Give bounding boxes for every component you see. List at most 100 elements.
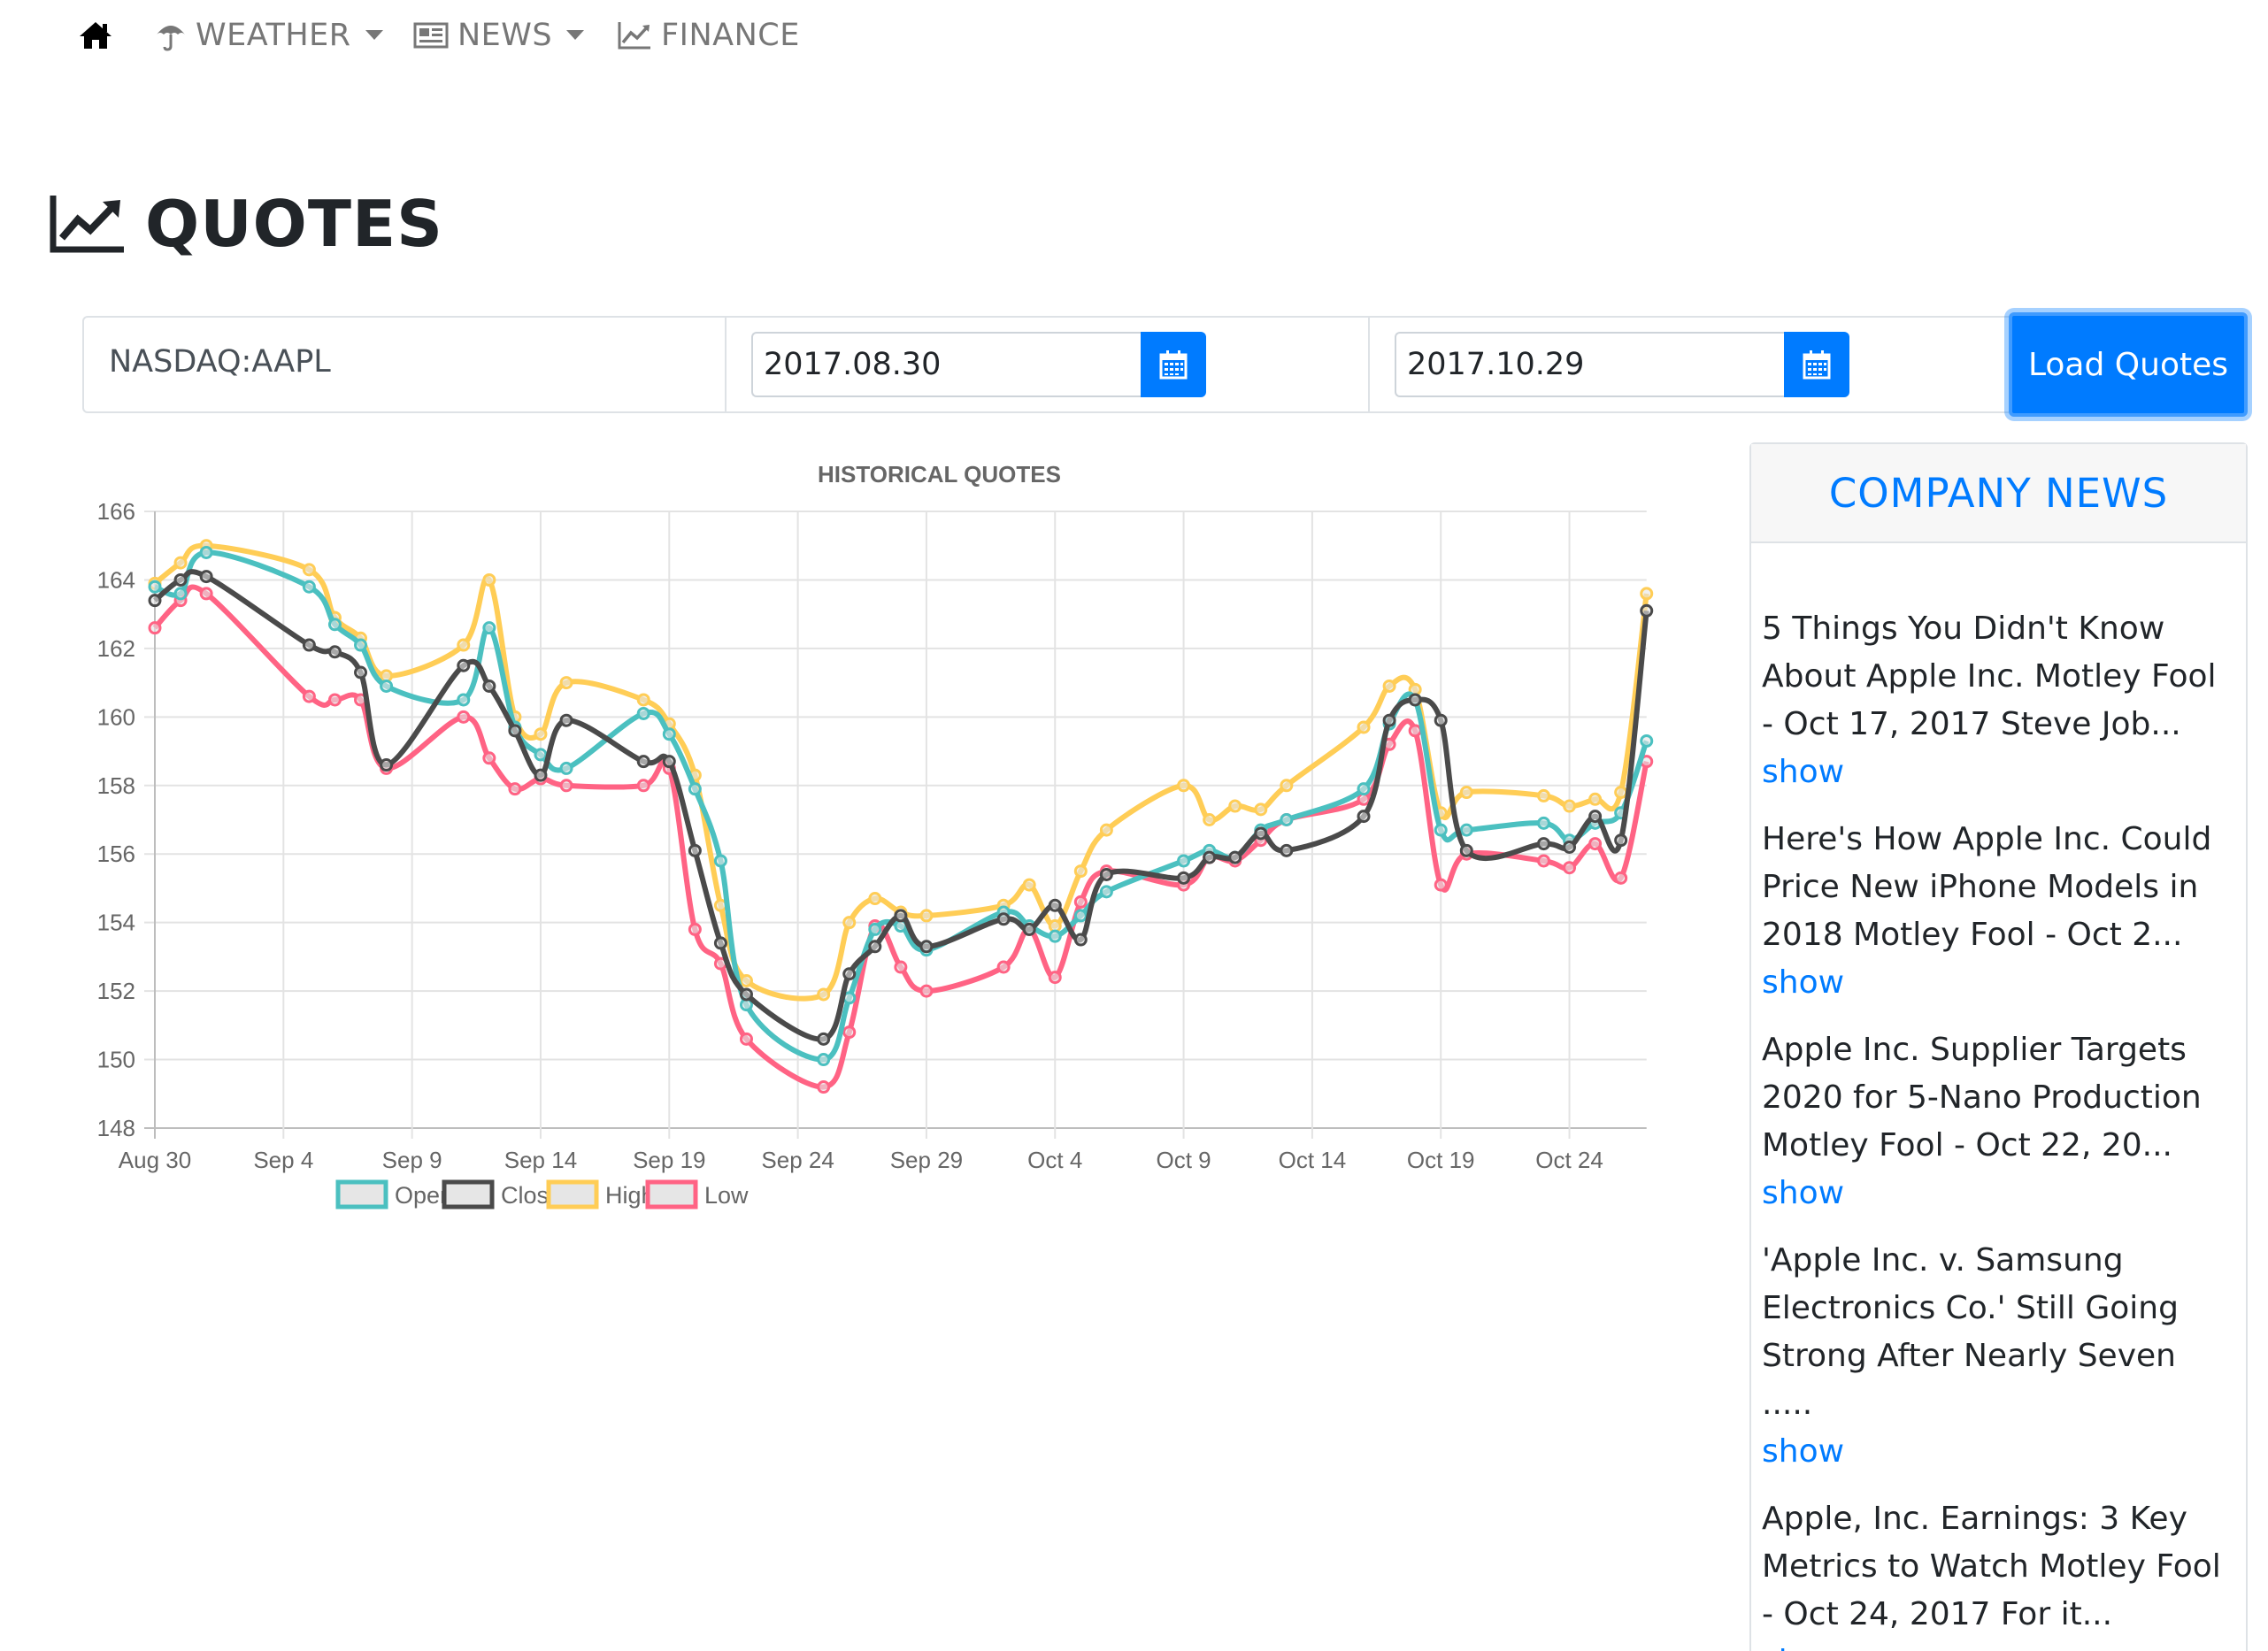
data-point-close (1434, 713, 1448, 727)
data-point-close (868, 940, 882, 954)
top-navbar: WEATHER NEWS FINANCE (0, 0, 2268, 71)
data-point-open (302, 580, 316, 594)
data-point-low (739, 1032, 753, 1046)
data-point-close (1563, 840, 1577, 854)
company-news-header: COMPANY NEWS (1751, 444, 2246, 543)
symbol-field[interactable]: NASDAQ:AAPL (84, 318, 727, 411)
data-point-high (1177, 779, 1191, 793)
data-point-close (1203, 850, 1217, 864)
from-date-input[interactable] (751, 332, 1141, 397)
x-tick-label: Aug 30 (119, 1147, 191, 1173)
from-date-picker-button[interactable] (1141, 332, 1206, 397)
data-point-close (1614, 833, 1628, 848)
y-tick-label: 160 (97, 703, 135, 730)
nav-item-finance[interactable]: FINANCE (617, 12, 800, 58)
data-point-low (148, 621, 162, 635)
data-point-low (1073, 895, 1088, 909)
calendar-icon (1803, 350, 1831, 380)
data-point-low (636, 779, 650, 793)
data-point-close (1588, 810, 1603, 824)
data-point-close (662, 755, 676, 769)
data-point-high (1640, 587, 1654, 601)
home-link[interactable] (78, 12, 113, 58)
data-point-high (817, 987, 831, 1002)
data-point-close (482, 679, 496, 693)
data-point-open (868, 922, 882, 936)
data-point-high (1228, 799, 1242, 813)
data-point-high (739, 973, 753, 987)
y-tick-label: 162 (97, 635, 135, 662)
news-show-link[interactable]: show (1762, 1428, 1844, 1476)
from-date-group (727, 318, 1370, 411)
data-point-high (1563, 799, 1577, 813)
chart-title: HISTORICAL QUOTES (818, 461, 1061, 488)
data-point-high (636, 693, 650, 707)
data-point-low (508, 782, 522, 796)
load-quotes-button[interactable]: Load Quotes (2009, 312, 2248, 417)
data-point-low (688, 922, 702, 936)
y-tick-label: 152 (97, 978, 135, 1004)
data-point-open (713, 854, 727, 868)
data-point-low (327, 693, 342, 707)
line-chart-icon (618, 22, 650, 50)
data-point-close (996, 912, 1011, 926)
data-point-high (1254, 802, 1268, 817)
data-point-low (482, 751, 496, 765)
series-line-low (152, 584, 1649, 1090)
data-point-close (636, 755, 650, 769)
data-point-close (1177, 871, 1191, 885)
nav-item-weather[interactable]: WEATHER (155, 12, 383, 58)
data-point-open (1536, 816, 1550, 830)
data-point-close (173, 572, 188, 587)
data-point-open (199, 545, 213, 559)
news-show-link[interactable]: show (1762, 1170, 1844, 1217)
data-point-low (996, 960, 1011, 974)
data-point-low (1563, 861, 1577, 875)
data-point-low (894, 960, 908, 974)
data-point-close (1408, 693, 1422, 707)
nav-item-news[interactable]: NEWS (413, 12, 585, 58)
data-point-close (199, 570, 213, 584)
data-point-close (1048, 898, 1062, 912)
legend-swatch-high (546, 1179, 599, 1209)
nav-finance-label: FINANCE (661, 18, 800, 53)
line-chart-icon (50, 195, 124, 252)
data-point-close (842, 967, 857, 981)
data-point-close (1357, 810, 1371, 824)
x-tick-label: Oct 9 (1157, 1147, 1211, 1173)
umbrella-icon (157, 26, 185, 51)
data-point-high (173, 556, 188, 570)
data-point-low (1536, 854, 1550, 868)
to-date-picker-button[interactable] (1784, 332, 1849, 397)
data-point-open (1434, 823, 1448, 837)
data-point-open (1048, 929, 1062, 943)
data-point-high (302, 563, 316, 577)
x-tick-label: Oct 4 (1027, 1147, 1082, 1173)
x-tick-label: Oct 24 (1535, 1147, 1603, 1173)
y-tick-label: 156 (97, 841, 135, 867)
data-point-high (919, 909, 934, 923)
data-point-low (919, 984, 934, 998)
data-point-high (1614, 786, 1628, 800)
data-point-high (1357, 720, 1371, 734)
data-point-low (1614, 871, 1628, 885)
data-point-open (1357, 782, 1371, 796)
data-point-high (559, 676, 573, 690)
data-point-close (1459, 843, 1473, 857)
news-item: Apple, Inc. Earnings: 3 Key Metrics to W… (1762, 1495, 2231, 1651)
data-point-high (1073, 864, 1088, 879)
data-point-low (1588, 837, 1603, 851)
data-point-close (1022, 922, 1036, 936)
x-tick-label: Sep 19 (633, 1147, 705, 1173)
news-show-link[interactable]: show (1762, 749, 1844, 796)
data-point-low (1048, 971, 1062, 985)
y-tick-label: 154 (97, 910, 135, 936)
news-show-link[interactable]: show (1762, 959, 1844, 1007)
news-item: Apple Inc. Supplier Targets 2020 for 5-N… (1762, 1026, 2231, 1217)
data-point-close (534, 768, 548, 782)
to-date-input[interactable] (1395, 332, 1784, 397)
news-show-link[interactable]: show (1762, 1639, 1844, 1651)
news-item: 'Apple Inc. v. Samsung Electronics Co.' … (1762, 1237, 2231, 1476)
news-item-text: 'Apple Inc. v. Samsung Electronics Co.' … (1762, 1242, 2179, 1422)
home-icon (80, 22, 111, 49)
